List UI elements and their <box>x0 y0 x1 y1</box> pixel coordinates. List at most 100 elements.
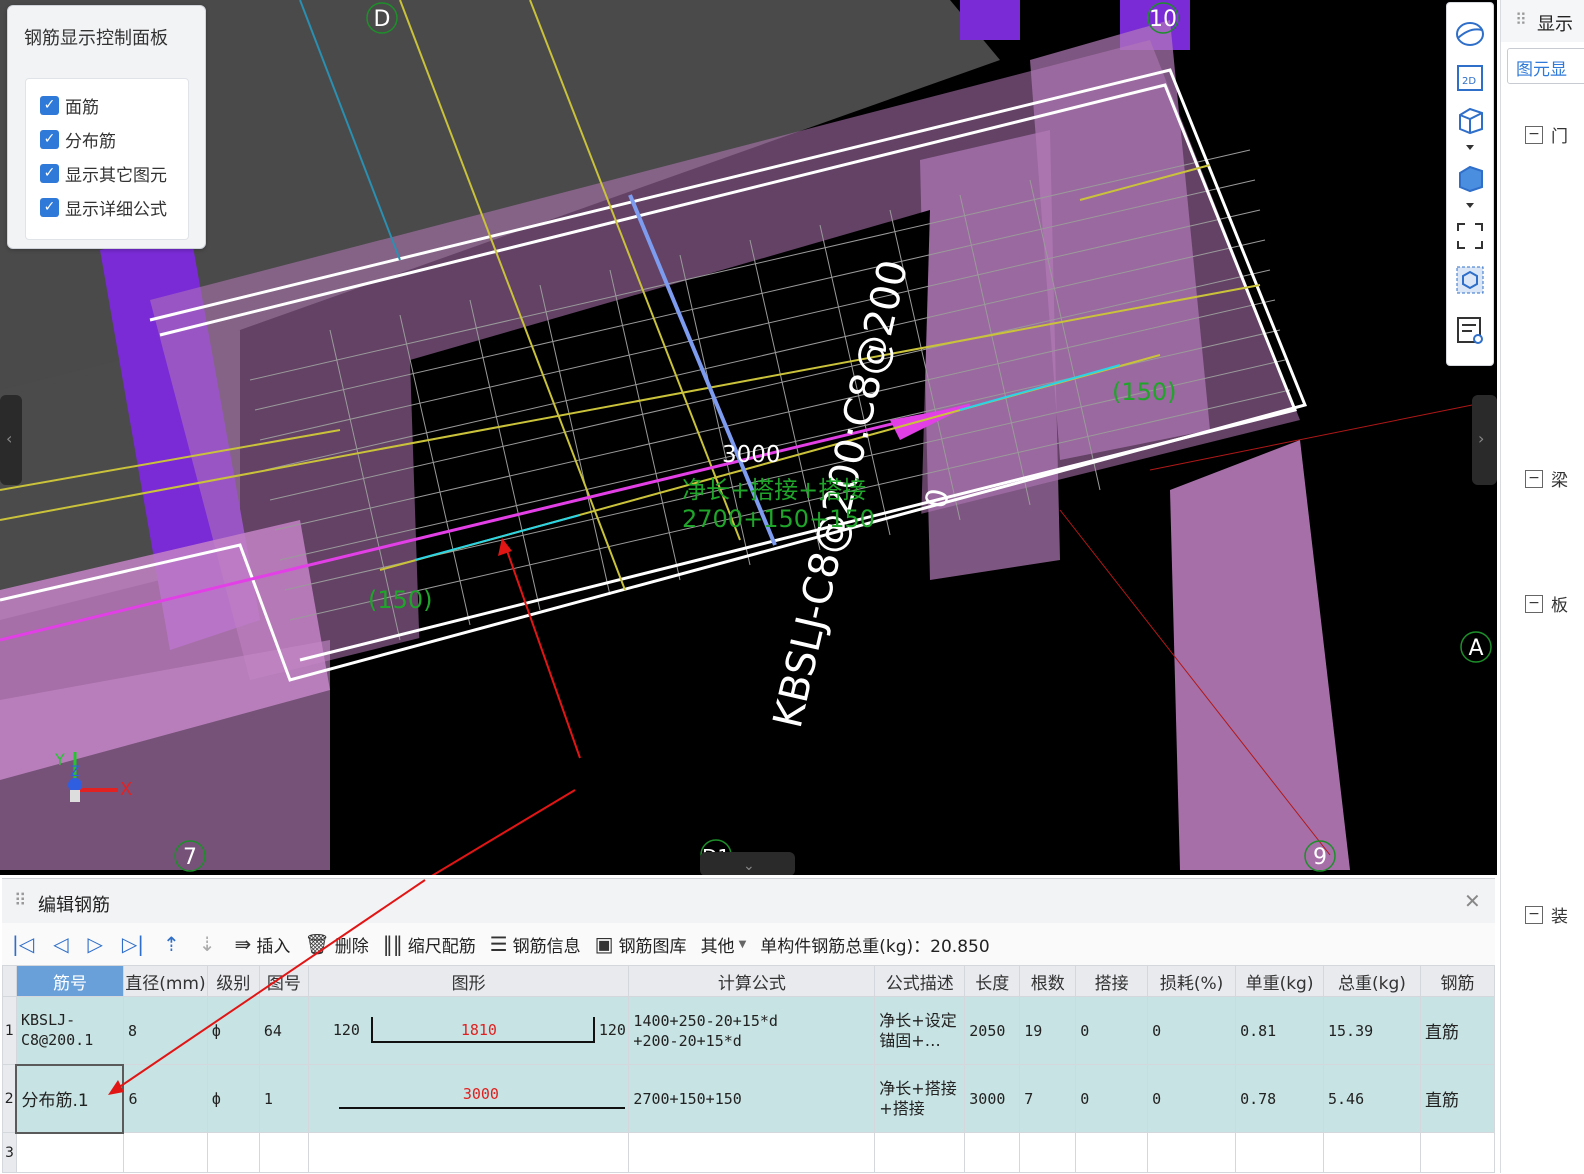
cell-length[interactable]: 2050 <box>964 996 1021 1065</box>
cell-rebar-name-selected[interactable]: 分布筋.1 <box>15 1063 125 1134</box>
option-face-rebar[interactable]: ✓ 面筋 <box>40 93 99 118</box>
collapse-icon[interactable]: − <box>1525 125 1543 144</box>
shape-left-dim: 120 <box>332 1020 360 1039</box>
cell-shape[interactable]: 120 1810 120 <box>307 996 630 1065</box>
corner-cell <box>2 965 17 997</box>
cell-rebar-type[interactable]: 直筋 <box>1419 1064 1496 1133</box>
col-header[interactable]: 钢筋 <box>1419 965 1496 997</box>
checkbox-checked-icon[interactable]: ✓ <box>40 197 59 217</box>
tree-group-slab[interactable]: − 板 <box>1525 591 1568 616</box>
next-icon: ▷ <box>87 932 103 956</box>
table-row[interactable]: 2 分布筋.1 6 ф 1 3000 2700+150+150 净长+搭接 +搭接… <box>2 1063 1496 1134</box>
3d-viewport[interactable]: D 10 A 7 9 D1 KBSLJ-C8@200:C8@200 3000 净… <box>0 0 1497 875</box>
right-collapse-handle[interactable] <box>1472 395 1497 485</box>
collapse-icon[interactable]: − <box>1525 905 1543 924</box>
cell-loss[interactable]: 0 <box>1147 1064 1237 1133</box>
checkbox-checked-icon[interactable]: ✓ <box>40 163 59 183</box>
cell-count[interactable]: 19 <box>1019 996 1077 1065</box>
panel-title: 显示 <box>1537 14 1573 35</box>
col-header[interactable]: 单重(kg) <box>1235 965 1324 997</box>
other-dropdown[interactable]: 其他 ▼ <box>701 932 747 957</box>
col-header[interactable]: 损耗(%) <box>1147 965 1237 997</box>
rebar-info-button[interactable]: ☰ 钢筋信息 <box>490 932 581 957</box>
drag-handle-icon[interactable]: ⠿ <box>14 891 26 911</box>
formula-value: 2700+150+150 <box>682 505 875 533</box>
control-panel-title: 钢筋显示控制面板 <box>24 28 168 49</box>
col-header[interactable]: 图形 <box>307 965 630 997</box>
checkbox-checked-icon[interactable]: ✓ <box>40 129 59 149</box>
cell-length[interactable]: 3000 <box>964 1064 1021 1133</box>
drag-handle-icon[interactable]: ⠿ <box>1515 10 1527 29</box>
option-show-other-elements[interactable]: ✓ 显示其它图元 <box>40 161 167 186</box>
table-row-empty[interactable]: 3 <box>2 1132 1496 1173</box>
col-header[interactable]: 公式描述 <box>874 965 966 997</box>
first-record-button[interactable]: |◁ <box>12 932 39 956</box>
cell-grade[interactable]: ф <box>206 996 260 1065</box>
view-3d-solid-icon[interactable] <box>1455 163 1485 193</box>
col-header[interactable]: 图号 <box>258 965 309 997</box>
orbit-icon[interactable] <box>1455 19 1485 49</box>
cell-formula-desc[interactable]: 净长+设定 锚固+… <box>874 996 966 1065</box>
view-list-icon[interactable] <box>1455 315 1485 345</box>
insert-icon: ⇛ <box>234 932 252 956</box>
rebar-library-button[interactable]: ▣ 钢筋图库 <box>595 932 687 957</box>
tab-element-display[interactable]: 图元显 <box>1516 55 1567 80</box>
cell-shape[interactable]: 3000 <box>307 1064 630 1133</box>
component-view-icon[interactable] <box>1455 265 1485 295</box>
cell-figure-no[interactable]: 1 <box>258 1064 309 1133</box>
col-header[interactable]: 级别 <box>206 965 260 997</box>
insert-button[interactable]: ⇛ 插入 <box>235 932 291 957</box>
fit-view-icon[interactable] <box>1455 221 1485 251</box>
collapse-icon[interactable]: − <box>1525 469 1543 488</box>
cell-unit-weight[interactable]: 0.78 <box>1235 1064 1324 1133</box>
formula-line: 1400+250-20+15*d <box>633 1011 778 1030</box>
tree-group-beam[interactable]: − 梁 <box>1525 466 1568 491</box>
move-down-button[interactable]: ⇣ <box>199 932 221 956</box>
desc-line: +搭接 <box>879 1098 925 1118</box>
col-header[interactable]: 根数 <box>1019 965 1077 997</box>
close-icon[interactable]: ✕ <box>1464 889 1481 913</box>
col-header[interactable]: 长度 <box>964 965 1021 997</box>
checkbox-checked-icon[interactable]: ✓ <box>40 95 59 115</box>
delete-button[interactable]: 🗑 删除 <box>304 932 368 957</box>
scale-rebar-button[interactable]: ‖‖ 缩尺配筋 <box>383 932 476 957</box>
option-show-detailed-formula[interactable]: ✓ 显示详细公式 <box>40 195 167 220</box>
cell-diameter[interactable]: 8 <box>122 996 208 1065</box>
next-record-button[interactable]: ▷ <box>88 932 108 956</box>
move-up-button[interactable]: ⇡ <box>163 932 185 956</box>
tree-group-decoration[interactable]: − 装 <box>1525 902 1568 927</box>
cell-formula[interactable]: 1400+250-20+15*d +200-20+15*d <box>628 996 876 1065</box>
col-header[interactable]: 搭接 <box>1075 965 1149 997</box>
cell-grade[interactable]: ф <box>206 1064 260 1133</box>
cell-unit-weight[interactable]: 0.81 <box>1235 996 1324 1065</box>
cell-formula-desc[interactable]: 净长+搭接 +搭接 <box>874 1064 966 1133</box>
col-header[interactable]: 筋号 <box>15 965 124 997</box>
col-header[interactable]: 计算公式 <box>628 965 876 997</box>
col-header[interactable]: 直径(mm) <box>122 965 208 997</box>
dropdown-arrow-icon[interactable] <box>1455 199 1485 213</box>
dropdown-arrow-icon[interactable] <box>1455 141 1485 155</box>
desc-line: 锚固+… <box>879 1030 941 1050</box>
prev-record-button[interactable]: ◁ <box>53 932 73 956</box>
cell-lap[interactable]: 0 <box>1075 1064 1149 1133</box>
cell-loss[interactable]: 0 <box>1147 996 1237 1065</box>
last-record-button[interactable]: ▷| <box>122 932 149 956</box>
cell-lap[interactable]: 0 <box>1075 996 1149 1065</box>
cell-rebar-name[interactable]: KBSLJ- C8@200.1 <box>15 996 124 1065</box>
option-distribution-rebar[interactable]: ✓ 分布筋 <box>40 127 116 152</box>
cell-total-weight[interactable]: 5.46 <box>1323 1064 1421 1133</box>
cell-count[interactable]: 7 <box>1019 1064 1077 1133</box>
cell-rebar-type[interactable]: 直筋 <box>1419 996 1496 1065</box>
cell-diameter[interactable]: 6 <box>122 1064 208 1133</box>
col-header[interactable]: 总重(kg) <box>1323 965 1421 997</box>
rebar-table: 筋号 直径(mm) 级别 图号 图形 计算公式 公式描述 长度 根数 搭接 损耗… <box>2 965 1496 1173</box>
view-2d-icon[interactable]: 2D <box>1455 63 1485 93</box>
tree-group-door[interactable]: − 门 <box>1525 122 1568 147</box>
shape-mid-dim: 1810 <box>460 1020 497 1039</box>
table-row[interactable]: 1 KBSLJ- C8@200.1 8 ф 64 120 1810 120 140… <box>2 996 1496 1065</box>
cell-total-weight[interactable]: 15.39 <box>1323 996 1421 1065</box>
collapse-icon[interactable]: − <box>1525 594 1543 613</box>
cell-formula[interactable]: 2700+150+150 <box>628 1064 876 1133</box>
view-3d-wire-icon[interactable] <box>1455 105 1485 135</box>
cell-figure-no[interactable]: 64 <box>258 996 309 1065</box>
